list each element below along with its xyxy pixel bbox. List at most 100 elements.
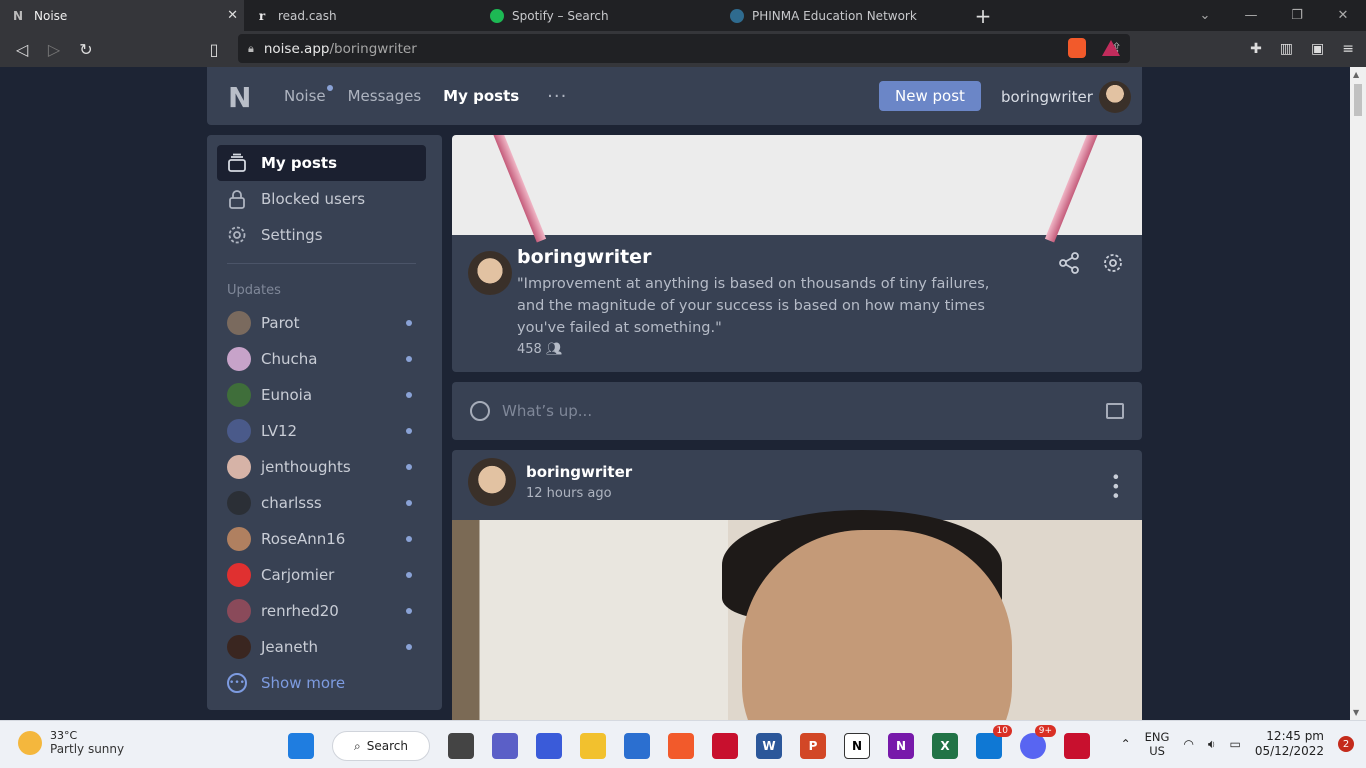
user-menu[interactable]: boringwriter	[1001, 81, 1131, 113]
discord-icon[interactable]: 9+	[1020, 725, 1056, 759]
new-tab-button[interactable]: +	[968, 0, 998, 31]
list-item[interactable]: Parot	[227, 309, 412, 337]
address-bar[interactable]: 🔒︎ noise.app/boringwriter ⇪	[238, 34, 1130, 63]
powerpoint-icon[interactable]: P	[800, 733, 826, 759]
divider	[227, 263, 416, 264]
list-item[interactable]: Chucha	[227, 345, 412, 373]
taskbar-search[interactable]: ⌕ Search	[332, 731, 430, 761]
reload-icon[interactable]: ↻	[70, 33, 102, 65]
battery-icon[interactable]: ▭	[1229, 737, 1240, 751]
notification-count[interactable]: 2	[1338, 736, 1354, 752]
ellipsis-circle-icon: •••	[227, 673, 247, 693]
list-item[interactable]: Carjomier	[227, 561, 412, 589]
volume-icon[interactable]: 🔉︎	[1208, 737, 1216, 752]
sidebar-item-my-posts[interactable]: My posts	[217, 145, 426, 181]
post-composer[interactable]: What’s up...	[452, 382, 1142, 440]
chevron-up-icon[interactable]: ⌃	[1121, 737, 1131, 751]
avatar	[227, 311, 251, 335]
weather-widget[interactable]: 33°C Partly sunny	[18, 729, 124, 756]
sidebar-item-label: Settings	[261, 226, 323, 244]
list-item[interactable]: LV12	[227, 417, 412, 445]
sidebar-icon[interactable]: ▥	[1280, 41, 1293, 57]
url-path: /boringwriter	[329, 40, 417, 57]
show-more-button[interactable]: ••• Show more	[227, 673, 345, 693]
list-item[interactable]: RoseAnn16	[227, 525, 412, 553]
store-icon[interactable]	[624, 733, 650, 759]
scrollbar-thumb[interactable]	[1354, 84, 1362, 116]
noise-icon: N	[12, 8, 24, 23]
more-options-icon[interactable]: •••	[1106, 472, 1125, 500]
scrollbar[interactable]: ▲ ▼	[1350, 67, 1366, 720]
restore-icon[interactable]: ❐	[1274, 0, 1320, 31]
language-indicator[interactable]: ENG US	[1145, 730, 1170, 758]
excel-icon[interactable]: X	[932, 733, 958, 759]
search-icon: ⌕	[354, 738, 361, 753]
unread-dot	[406, 320, 412, 326]
nav-my-posts[interactable]: My posts	[443, 87, 519, 105]
list-item[interactable]: charlsss	[227, 489, 412, 517]
noise-logo[interactable]: N	[228, 81, 262, 114]
update-username: RoseAnn16	[261, 530, 346, 548]
tab-phinma[interactable]: PHINMA Education Network	[720, 0, 968, 31]
nav-messages[interactable]: Messages	[348, 87, 422, 105]
avatar	[227, 383, 251, 407]
onenote-icon[interactable]: N	[888, 733, 914, 759]
pen-app-icon[interactable]	[536, 733, 562, 759]
tab-search-icon[interactable]: ⌄	[1182, 0, 1228, 31]
new-post-button[interactable]: New post	[879, 81, 981, 111]
wallet-icon[interactable]: ▣	[1311, 41, 1324, 57]
scroll-down-icon[interactable]: ▼	[1353, 708, 1359, 717]
nav-noise[interactable]: Noise	[284, 85, 333, 105]
wifi-icon[interactable]: ◠	[1183, 737, 1193, 751]
minimize-icon[interactable]: —	[1228, 0, 1274, 31]
image-icon[interactable]	[1106, 403, 1124, 419]
forward-icon[interactable]: ▷	[38, 33, 70, 65]
sidebar-item-blocked-users[interactable]: Blocked users	[217, 181, 426, 217]
notion-icon[interactable]: N	[844, 733, 870, 759]
avatar	[227, 419, 251, 443]
word-icon[interactable]: W	[756, 733, 782, 759]
windows-start-icon[interactable]	[288, 733, 314, 759]
readcash-icon: r	[258, 8, 266, 23]
mcafee-icon[interactable]	[1064, 733, 1090, 759]
brave-icon[interactable]	[668, 733, 694, 759]
update-username: Parot	[261, 314, 300, 332]
task-view-icon[interactable]	[448, 733, 474, 759]
tab-noise[interactable]: N Noise ✕	[0, 0, 244, 31]
lock-icon: 🔒︎	[248, 41, 254, 55]
sidebar-item-settings[interactable]: Settings	[217, 217, 426, 253]
unread-dot	[406, 572, 412, 578]
list-item[interactable]: Eunoia	[227, 381, 412, 409]
close-icon[interactable]: ✕	[227, 8, 238, 23]
file-explorer-icon[interactable]	[580, 733, 606, 759]
mcafee-icon[interactable]	[712, 733, 738, 759]
menu-icon[interactable]: ≡	[1342, 41, 1354, 57]
emoji-icon[interactable]	[470, 401, 490, 421]
list-item[interactable]: renrhed20	[227, 597, 412, 625]
more-menu-icon[interactable]: ···	[547, 86, 567, 107]
time: 12:45 pm	[1266, 729, 1324, 743]
brave-shields-icon[interactable]	[1068, 38, 1086, 58]
post-card: boringwriter 12 hours ago •••	[452, 450, 1142, 720]
list-item[interactable]: jenthoughts	[227, 453, 412, 481]
avatar	[227, 491, 251, 515]
clock[interactable]: 12:45 pm 05/12/2022	[1255, 729, 1324, 759]
remote-desktop-icon[interactable]: 10	[976, 725, 1012, 759]
tab-readcash[interactable]: r read.cash	[244, 0, 480, 31]
list-item[interactable]: Jeaneth	[227, 633, 412, 661]
close-window-icon[interactable]: ✕	[1320, 0, 1366, 31]
unread-dot	[406, 608, 412, 614]
tab-spotify[interactable]: Spotify – Search	[480, 0, 720, 31]
brave-rewards-icon[interactable]	[1102, 40, 1120, 56]
share-icon[interactable]	[1058, 252, 1080, 274]
extensions-icon[interactable]: ✚	[1250, 41, 1262, 57]
gear-icon[interactable]	[1102, 252, 1124, 274]
avatar	[227, 599, 251, 623]
tab-title: Spotify – Search	[512, 8, 609, 23]
scroll-up-icon[interactable]: ▲	[1353, 70, 1359, 79]
back-icon[interactable]: ◁	[6, 33, 38, 65]
post-author[interactable]: boringwriter	[526, 463, 632, 481]
show-more-label: Show more	[261, 674, 346, 692]
chat-icon[interactable]	[492, 733, 518, 759]
bookmark-icon[interactable]: ▯	[198, 33, 230, 65]
